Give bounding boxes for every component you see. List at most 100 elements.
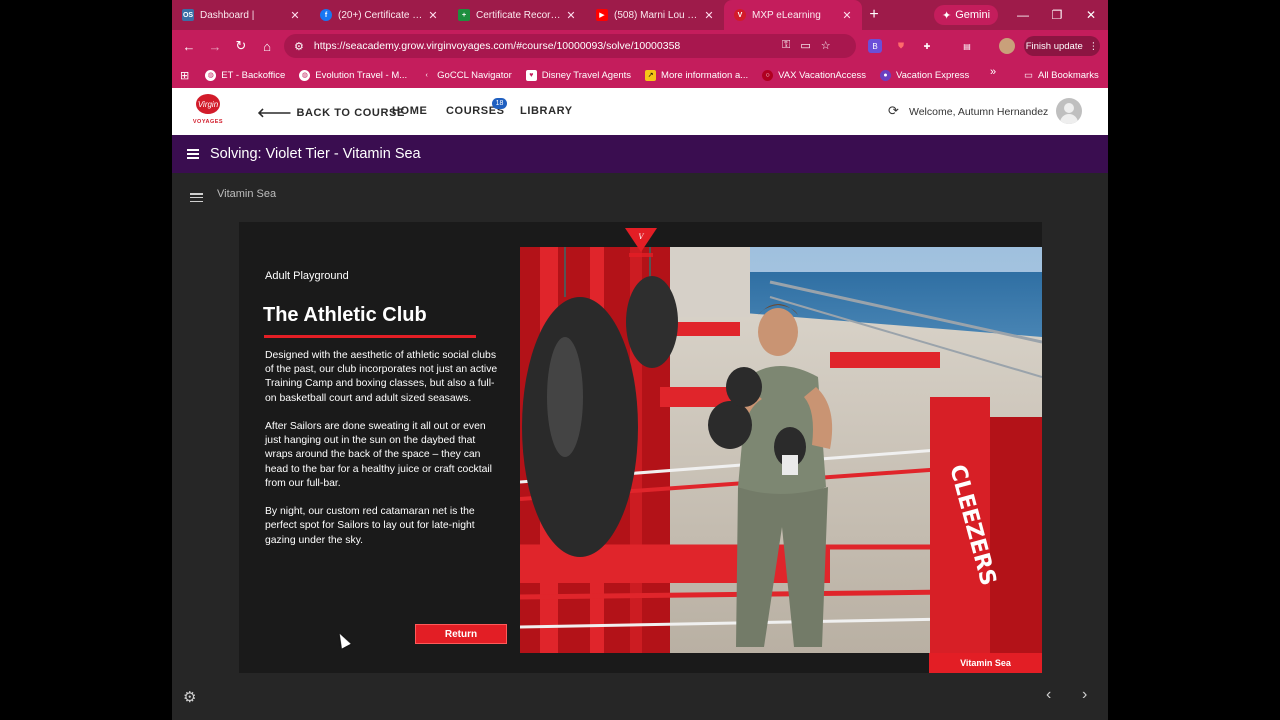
bookmark-label: More information a...: [661, 69, 749, 81]
shield-icon[interactable]: ⛊: [894, 39, 908, 53]
close-icon[interactable]: ✕: [702, 9, 716, 22]
home-label: HOME: [392, 105, 428, 117]
minimize-icon[interactable]: —: [1006, 0, 1040, 30]
carnival-icon: ‹: [425, 71, 428, 79]
folder-icon: ▭: [1024, 69, 1033, 81]
new-tab-icon[interactable]: +: [862, 6, 886, 24]
chevron-double-right-icon[interactable]: »: [990, 66, 996, 78]
key-icon[interactable]: ⚿: [782, 39, 790, 52]
virgin-icon: V: [734, 9, 746, 21]
body-paragraph: By night, our custom red catamaran net i…: [265, 506, 475, 546]
slide-eyebrow: Adult Playground: [265, 270, 349, 282]
home-link[interactable]: HOME: [392, 105, 427, 117]
bookmark-item[interactable]: ○ VAX VacationAccess: [762, 69, 867, 81]
site-info-icon[interactable]: ⚙: [294, 40, 304, 53]
close-icon[interactable]: ✕: [288, 9, 302, 22]
virgin-voyages-watermark-logo: V: [625, 228, 657, 257]
restore-icon[interactable]: ❐: [1040, 0, 1074, 30]
disney-icon: ♥: [525, 69, 537, 81]
profile-avatar[interactable]: [999, 38, 1015, 54]
bookmark-item[interactable]: ↗ More information a...: [645, 69, 749, 81]
apps-grid-icon[interactable]: ⊞: [180, 69, 189, 82]
os-icon: OS: [182, 9, 194, 21]
athletic-club-photo: CLEEZERS: [520, 247, 1042, 653]
bookmark-item[interactable]: ◍ ET - Backoffice: [205, 69, 286, 81]
tab-youtube[interactable]: ▶ (508) Marni Lou Travel ✕: [586, 0, 724, 30]
back-to-course-label: BACK TO COURSE: [296, 107, 405, 119]
bookmark-label: Vacation Express: [896, 69, 970, 81]
lesson-menu-icon[interactable]: [190, 193, 203, 202]
finish-update-button[interactable]: Finish update ⋮: [1024, 36, 1100, 56]
user-avatar[interactable]: [1056, 98, 1082, 124]
logo-mark: Virgin: [196, 94, 220, 114]
menu-icon[interactable]: [187, 149, 199, 159]
library-link[interactable]: LIBRARY: [520, 105, 573, 117]
globe-icon: ◍: [205, 69, 217, 81]
bookmark-item[interactable]: ‹ GoCCL Navigator: [421, 70, 512, 81]
chevron-left-icon[interactable]: ‹: [1046, 686, 1051, 704]
solving-header: Solving: Violet Tier - Vitamin Sea: [172, 135, 1108, 173]
globe-icon: ◍: [299, 69, 311, 81]
extension-b-icon[interactable]: B: [868, 39, 882, 53]
app-header: Virgin VOYAGES 🡐 BACK TO COURSE HOME COU…: [172, 88, 1108, 135]
sync-icon[interactable]: ⟳: [888, 103, 899, 119]
logo-word: VOYAGES: [192, 119, 224, 125]
star-icon[interactable]: ☆: [821, 39, 831, 52]
bookmark-label: GoCCL Navigator: [437, 69, 512, 81]
window-close-icon[interactable]: ✕: [1074, 0, 1108, 30]
facebook-icon: f: [320, 9, 332, 21]
home-icon[interactable]: ⌂: [254, 39, 280, 54]
url-text: https://seacademy.grow.virginvoyages.com…: [313, 40, 681, 52]
lesson-title: Vitamin Sea: [217, 188, 277, 200]
all-bookmarks[interactable]: ▭ All Bookmarks: [1024, 62, 1099, 88]
slide-heading: The Athletic Club: [263, 304, 427, 326]
virgin-voyages-logo[interactable]: Virgin VOYAGES: [192, 94, 224, 130]
tab-facebook[interactable]: f (20+) Certificate Work ✕: [310, 0, 448, 30]
close-icon[interactable]: ✕: [840, 9, 854, 22]
return-button[interactable]: Return: [415, 624, 507, 644]
sidepanel-icon[interactable]: ▤: [960, 39, 974, 53]
gemini-label: Gemini: [955, 9, 991, 21]
more-vert-icon: ⋮: [1088, 40, 1099, 52]
address-bar[interactable]: ⚙ https://seacademy.grow.virginvoyages.c…: [284, 34, 856, 58]
bookmark-label: ET - Backoffice: [221, 69, 286, 81]
slide-tag: Vitamin Sea: [929, 653, 1042, 673]
slide-body: Designed with the aesthetic of athletic …: [265, 349, 500, 562]
puzzle-icon[interactable]: ✚: [920, 39, 934, 53]
forward-arrow-icon[interactable]: →: [202, 39, 228, 54]
tab-title: MXP eLearning: [752, 9, 821, 21]
bookmark-label: Evolution Travel - M...: [315, 69, 408, 81]
library-label: LIBRARY: [520, 105, 573, 117]
arrow-left-icon: 🡐: [257, 105, 293, 120]
close-icon[interactable]: ✕: [426, 9, 440, 22]
photo-illustration: CLEEZERS: [520, 247, 1042, 653]
toolbar: ← → ↻ ⌂ ⚙ https://seacademy.grow.virginv…: [172, 30, 1108, 62]
finish-update-label: Finish update: [1025, 40, 1083, 52]
close-icon[interactable]: ✕: [564, 9, 578, 22]
tab-title: (20+) Certificate Work: [338, 9, 426, 21]
bookmark-item[interactable]: ◍ Evolution Travel - M...: [299, 69, 408, 81]
tab-sheets[interactable]: + Certificate Recordings ✕: [448, 0, 586, 30]
arrow-icon: ↗: [645, 69, 657, 81]
bookmark-label: VAX VacationAccess: [778, 69, 867, 81]
vax-icon: ○: [762, 69, 774, 81]
tab-strip: OS Dashboard | ✕ f (20+) Certificate Wor…: [172, 0, 1108, 30]
back-to-course-link[interactable]: 🡐 BACK TO COURSE: [257, 105, 405, 121]
bookmark-label: Disney Travel Agents: [541, 69, 632, 81]
body-paragraph: After Sailors are done sweating it all o…: [265, 421, 492, 489]
tab-dashboard[interactable]: OS Dashboard | ✕: [172, 0, 310, 30]
bookmark-item[interactable]: ♥ Disney Travel Agents: [525, 69, 632, 81]
chevron-right-icon[interactable]: ›: [1082, 686, 1087, 704]
tab-title: Dashboard |: [200, 9, 255, 21]
page-title: Solving: Violet Tier - Vitamin Sea: [210, 146, 421, 162]
gear-icon[interactable]: ⚙: [183, 688, 196, 706]
bookmark-item[interactable]: ● Vacation Express: [880, 69, 970, 81]
gemini-button[interactable]: ✦ Gemini: [934, 5, 999, 25]
tab-mxp-elearning[interactable]: V MXP eLearning ✕: [724, 0, 862, 30]
sheets-icon: +: [458, 9, 470, 21]
cast-icon[interactable]: ▭: [800, 39, 810, 52]
browser-window: OS Dashboard | ✕ f (20+) Certificate Wor…: [172, 0, 1108, 720]
youtube-icon: ▶: [596, 9, 608, 21]
reload-icon[interactable]: ↻: [228, 38, 254, 54]
back-arrow-icon[interactable]: ←: [176, 39, 202, 54]
